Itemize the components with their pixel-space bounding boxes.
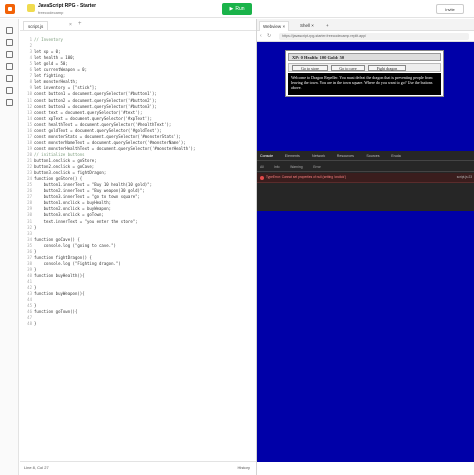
devtools-tab-eruda[interactable]: Eruda (391, 154, 401, 158)
shell-tab-label: Shell (300, 23, 311, 28)
console-error-row[interactable]: TypeError: Cannot set properties of null… (257, 173, 474, 183)
webview-tab-bar: Webview × Shell × + (257, 19, 474, 31)
url-bar: ‹ ↻ https://javascript-rpg-starter.freec… (257, 31, 474, 42)
editor-status-bar: Line 8, Col 27 History (20, 461, 256, 473)
play-icon: ▶ (229, 6, 234, 12)
code-line[interactable]: // Inventory (34, 37, 63, 43)
cursor-position: Line 8, Col 27 (24, 465, 49, 470)
webview-footer (257, 462, 474, 475)
devtools-tab-resources[interactable]: Resources (337, 154, 354, 158)
project-title[interactable]: JavaScript RPG - Starter (38, 3, 96, 9)
close-tab-icon[interactable]: × (69, 22, 72, 28)
files-icon[interactable] (6, 27, 13, 34)
code-line[interactable]: function buyHealth(){ (34, 273, 85, 279)
add-pane-icon[interactable]: + (323, 21, 332, 31)
tab-shell[interactable]: Shell × (297, 21, 317, 31)
go-to-cave-button[interactable]: Go to cave (331, 65, 365, 71)
game-controls: Go to store Go to cave Fight dragon (288, 63, 441, 72)
console-filter-warning[interactable]: Warning (290, 165, 303, 169)
packages-icon[interactable] (6, 63, 13, 70)
devtools-panel: Console Elements Network Resources Sources Er… (257, 151, 474, 211)
replit-logo-icon[interactable] (5, 4, 15, 14)
tab-script-js[interactable]: script.js (23, 21, 49, 30)
code-editor[interactable]: // Inventory let xp = 0; let health = 100;… (34, 33, 256, 453)
console-filter-error[interactable]: Error (313, 165, 321, 169)
reload-icon[interactable]: ↻ (267, 33, 271, 39)
url-field[interactable]: https://javascript-rpg-starter.freecodec… (279, 33, 469, 40)
tool-rail (0, 19, 19, 475)
devtools-tab-sources[interactable]: Sources (366, 154, 379, 158)
console-filters: All Info Warning Error (257, 162, 474, 172)
console-filter-info[interactable]: Info (274, 165, 280, 169)
game-stats: XP: 0 Health: 100 Gold: 50 (288, 53, 441, 61)
error-icon (260, 176, 264, 180)
error-message: TypeError: Cannot set properties of null… (266, 175, 346, 179)
devtools-tabs: Console Elements Network Resources Sources Er… (257, 151, 474, 161)
project-icon (27, 4, 35, 12)
game-window: XP: 0 Health: 100 Gold: 50 Go to store G… (285, 50, 444, 97)
code-line[interactable]: } (34, 321, 36, 327)
history-button[interactable]: History (238, 465, 250, 470)
code-line[interactable]: text.innerText = "you enter the store"; (34, 219, 138, 225)
line-number: 48 (27, 321, 32, 327)
secrets-icon[interactable] (6, 87, 13, 94)
top-bar: JavaScript RPG - Starter freecodecamp ▶ R… (0, 0, 474, 18)
settings-icon[interactable] (6, 99, 13, 106)
git-icon[interactable] (6, 51, 13, 58)
search-icon[interactable] (6, 39, 13, 46)
editor-tab-bar: script.js × + (20, 19, 256, 31)
code-line[interactable]: function goTown(){ (34, 309, 77, 315)
code-line[interactable]: console.log ("Fighting dragon.") (34, 261, 121, 267)
devtools-tab-console[interactable]: Console (260, 154, 273, 158)
invite-button[interactable]: Invite (436, 4, 464, 14)
add-tab-icon[interactable]: + (78, 21, 82, 27)
fight-dragon-button[interactable]: Fight dragon (368, 65, 406, 71)
game-text: Welcome to Dragon Repeller. You must def… (288, 73, 441, 95)
run-button[interactable]: ▶ Run (222, 3, 252, 15)
back-icon[interactable]: ‹ (260, 33, 262, 39)
code-line[interactable]: } (34, 225, 36, 231)
webview-lower-canvas (257, 211, 474, 462)
devtools-tab-network[interactable]: Network (312, 154, 325, 158)
error-source-link[interactable]: script.js:23 (457, 175, 472, 179)
project-owner[interactable]: freecodecamp (38, 10, 63, 15)
tab-webview[interactable]: Webview × (259, 21, 290, 31)
go-to-store-button[interactable]: Go to store (292, 65, 328, 71)
console-filter-all[interactable]: All (260, 165, 264, 169)
devtools-tab-elements[interactable]: Elements (285, 154, 300, 158)
webview-tab-label: Webview (263, 24, 282, 29)
database-icon[interactable] (6, 75, 13, 82)
code-line[interactable]: console.log ("going to cave.") (34, 243, 116, 249)
code-line[interactable]: function buyWeapon(){ (34, 291, 85, 297)
line-number-gutter: 1 2 3 4 5 6 7 8 9 10 11 12 13 14 15 16 17 18 19 20 21 22 23 24 2… (20, 33, 34, 453)
